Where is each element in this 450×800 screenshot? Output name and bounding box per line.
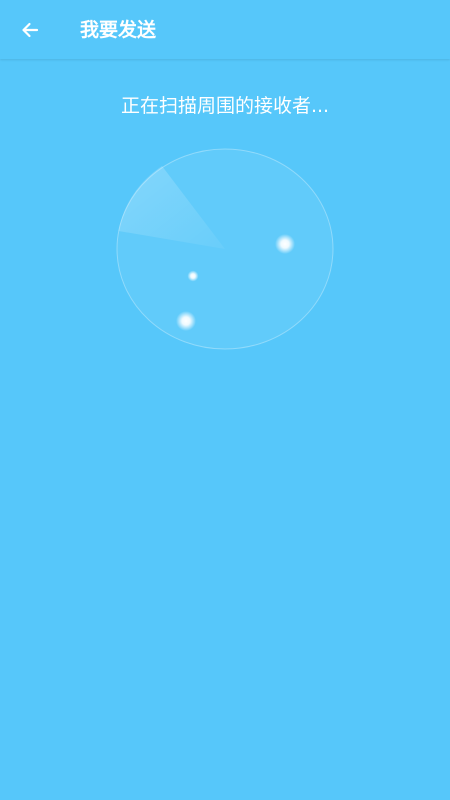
scan-status-text: 正在扫描周围的接收者... [120,95,330,117]
app-bar: 我要发送 [0,0,450,59]
radar-graphic [116,148,334,350]
receiver-dot [176,311,196,331]
back-button[interactable] [12,12,48,48]
page-title: 我要发送 [80,19,157,41]
arrow-left-icon [22,22,39,38]
receiver-dot [187,270,199,282]
radar-scanner [116,148,334,350]
receiver-dot [275,234,295,254]
